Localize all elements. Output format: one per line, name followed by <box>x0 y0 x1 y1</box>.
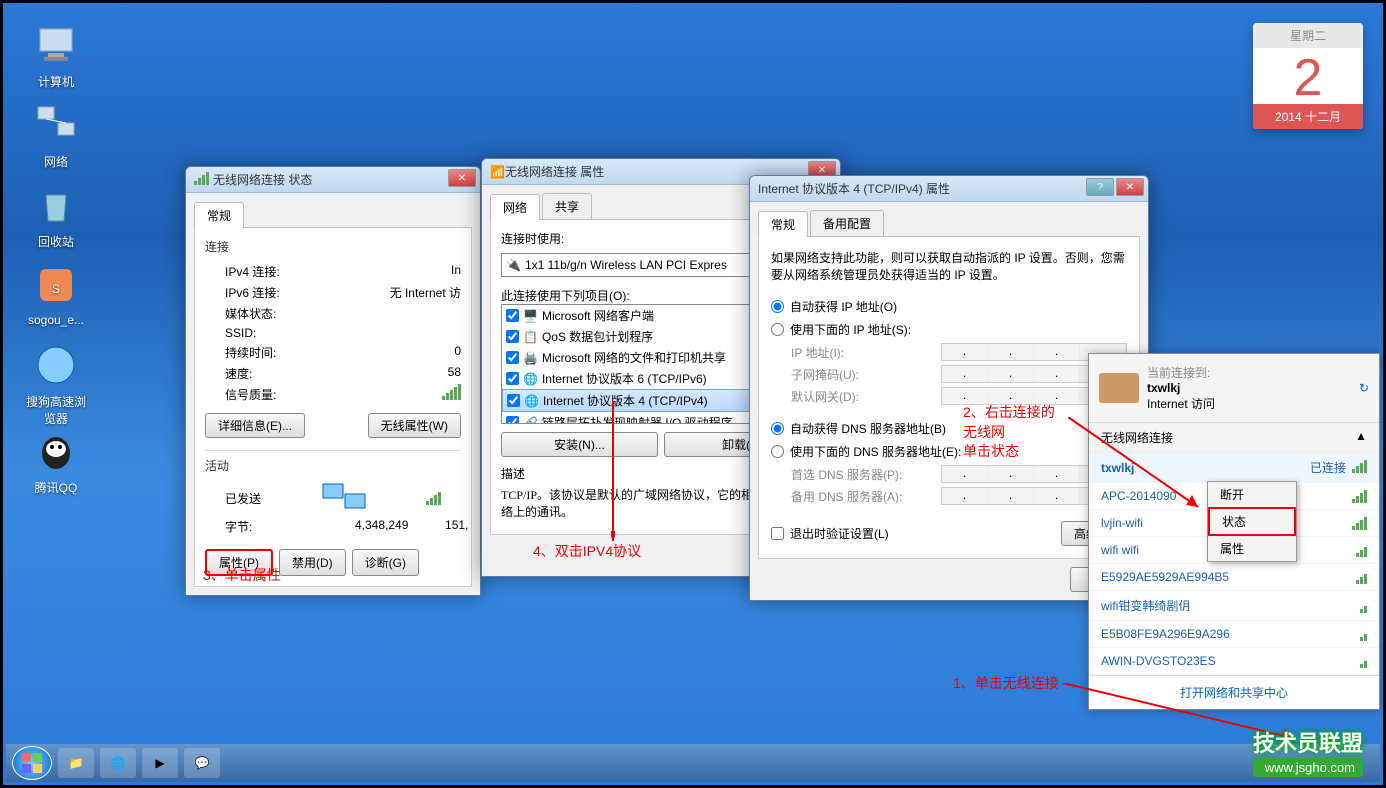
tab-network[interactable]: 网络 <box>490 194 540 220</box>
diagnose-button[interactable]: 诊断(G) <box>352 549 419 576</box>
activity-icon <box>319 480 369 516</box>
signal-icon <box>1352 489 1367 503</box>
wifi-icon: 📶 <box>490 165 505 179</box>
wifi-list-title[interactable]: 无线网络连接 ▲ <box>1089 423 1379 453</box>
signal-icon <box>1360 599 1367 613</box>
wifi-header: 当前连接到: txwlkj Internet 访问 ↻ <box>1089 354 1379 423</box>
network-center-link[interactable]: 打开网络和共享中心 <box>1180 686 1288 700</box>
ipv4-titlebar[interactable]: Internet 协议版本 4 (TCP/IPv4) 属性 ? ✕ <box>750 176 1148 202</box>
annotation-4: 4、双击IPV4协议 <box>533 541 641 561</box>
wifi-item-connected[interactable]: txwlkj已连接 <box>1089 453 1379 483</box>
wireless-props-button[interactable]: 无线属性(W) <box>368 413 461 438</box>
taskbar-item[interactable]: 🌐 <box>100 748 136 778</box>
wifi-item[interactable]: E5B08FE9A296E9A296 <box>1089 621 1379 648</box>
signal-icon <box>1360 654 1367 668</box>
taskbar[interactable]: 📁 🌐 ▶ 💬 <box>6 744 1380 782</box>
tab-share[interactable]: 共享 <box>542 193 592 219</box>
annotation-3: 3、单击属性 <box>203 565 281 585</box>
refresh-icon[interactable]: ↻ <box>1359 381 1369 395</box>
recycle-bin-icon <box>32 181 80 229</box>
signal-icon <box>1352 516 1367 530</box>
tab-alt[interactable]: 备用配置 <box>810 210 884 236</box>
help-text: 如果网络支持此功能，则可以获取自动指派的 IP 设置。否则，您需要从网络系统管理… <box>771 249 1127 283</box>
desktop-icon-qq[interactable]: 腾讯QQ <box>21 427 91 496</box>
computer-icon <box>32 21 80 69</box>
network-icon <box>32 101 80 149</box>
bench-icon <box>1099 373 1139 403</box>
qq-icon <box>32 427 80 475</box>
disable-button[interactable]: 禁用(D) <box>279 549 346 576</box>
connection-label: 连接 <box>205 238 461 255</box>
status-titlebar[interactable]: 无线网络连接 状态 ✕ <box>186 167 480 193</box>
close-button[interactable]: ✕ <box>1116 178 1144 196</box>
calendar-weekday: 星期二 <box>1253 23 1363 48</box>
status-window: 无线网络连接 状态 ✕ 常规 连接 IPv4 连接:In IPv6 连接:无 I… <box>185 166 481 596</box>
menu-properties[interactable]: 属性 <box>1208 536 1296 561</box>
close-button[interactable]: ✕ <box>448 169 476 187</box>
help-button[interactable]: ? <box>1086 178 1114 196</box>
watermark: 技术员联盟 www.jsgho.com <box>1253 726 1363 777</box>
calendar-widget[interactable]: 星期二 2 2014 十二月 <box>1253 23 1363 129</box>
tab-general[interactable]: 常规 <box>758 211 808 237</box>
chevron-up-icon: ▲ <box>1355 429 1367 446</box>
signal-icon <box>194 171 209 188</box>
wifi-item[interactable]: AWIN-DVGSTO23ES <box>1089 648 1379 675</box>
svg-text:S: S <box>52 282 60 296</box>
radio-auto-dns[interactable] <box>771 422 784 435</box>
sogou-icon: S <box>32 261 80 309</box>
activity-label: 活动 <box>205 457 461 474</box>
install-button[interactable]: 安装(N)... <box>501 432 658 457</box>
radio-manual-dns[interactable] <box>771 445 784 458</box>
wifi-item[interactable]: wifi钳变韩绮剧仴 <box>1089 591 1379 621</box>
adapter-icon: 🔌 <box>506 258 521 272</box>
signal-icon <box>1360 627 1367 641</box>
radio-manual-ip[interactable] <box>771 323 784 336</box>
menu-status[interactable]: 状态 <box>1208 507 1296 536</box>
validate-checkbox[interactable] <box>771 527 784 540</box>
wifi-footer: 打开网络和共享中心 <box>1089 675 1379 709</box>
wifi-item[interactable]: E5929AE5929AE994B5 <box>1089 564 1379 591</box>
start-button[interactable] <box>12 746 52 780</box>
signal-icon <box>1352 459 1367 473</box>
context-menu: 断开 状态 属性 <box>1207 481 1297 562</box>
desktop-icon-computer[interactable]: 计算机 <box>21 21 91 90</box>
radio-auto-ip[interactable] <box>771 300 784 313</box>
annotation-1: 1、单击无线连接 <box>953 673 1059 693</box>
taskbar-item[interactable]: 💬 <box>184 748 220 778</box>
desktop-icon-network[interactable]: 网络 <box>21 101 91 170</box>
menu-disconnect[interactable]: 断开 <box>1208 482 1296 507</box>
desktop-icon-browser[interactable]: 搜狗高速浏览器 <box>21 341 91 427</box>
taskbar-explorer[interactable]: 📁 <box>58 748 94 778</box>
annotation-2: 2、右击连接的无线网单击状态 <box>963 403 1073 462</box>
desktop-icon-sogou[interactable]: S sogou_e... <box>21 261 91 327</box>
details-button[interactable]: 详细信息(E)... <box>205 413 305 438</box>
calendar-day: 2 <box>1253 48 1363 104</box>
calendar-monthyear: 2014 十二月 <box>1253 104 1363 129</box>
browser-icon <box>32 341 80 389</box>
desktop-icon-recycle[interactable]: 回收站 <box>21 181 91 250</box>
tab-general[interactable]: 常规 <box>194 202 244 228</box>
signal-icon <box>1356 543 1367 557</box>
taskbar-item[interactable]: ▶ <box>142 748 178 778</box>
signal-icon <box>1356 570 1367 584</box>
